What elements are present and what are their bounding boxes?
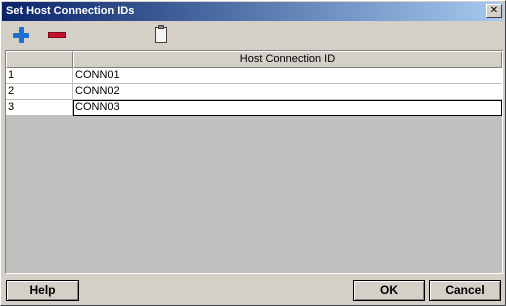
paste-button[interactable]	[150, 25, 172, 45]
close-button[interactable]: ✕	[486, 4, 502, 18]
ok-button[interactable]: OK	[353, 280, 425, 301]
row-number-cell[interactable]: 1	[6, 68, 73, 84]
table-row[interactable]: 3 CONN03	[6, 100, 502, 116]
help-button[interactable]: Help	[6, 280, 79, 301]
host-connection-id-cell[interactable]: CONN01	[73, 68, 502, 84]
title-bar[interactable]: Set Host Connection IDs ✕	[2, 2, 504, 21]
host-connection-id-input[interactable]: CONN03	[73, 100, 502, 116]
table-header: Host Connection ID	[6, 51, 502, 68]
host-connection-id-header[interactable]: Host Connection ID	[73, 51, 502, 68]
row-number-cell[interactable]: 3	[6, 100, 73, 116]
dialog-title: Set Host Connection IDs	[6, 5, 135, 17]
row-number-header[interactable]	[6, 51, 73, 68]
close-icon: ✕	[489, 5, 499, 16]
host-connection-id-cell[interactable]: CONN02	[73, 84, 502, 100]
toolbar	[2, 23, 504, 47]
cancel-button[interactable]: Cancel	[429, 280, 501, 301]
table-row[interactable]: 1 CONN01	[6, 68, 502, 84]
table-row[interactable]: 2 CONN02	[6, 84, 502, 100]
row-number-cell[interactable]: 2	[6, 84, 73, 100]
add-row-button[interactable]	[10, 25, 32, 45]
host-id-table: Host Connection ID 1 CONN01 2 CONN02 3 C…	[5, 50, 503, 274]
dialog-window: Set Host Connection IDs ✕ Host Connectio…	[0, 0, 506, 306]
remove-row-button[interactable]	[46, 25, 68, 45]
